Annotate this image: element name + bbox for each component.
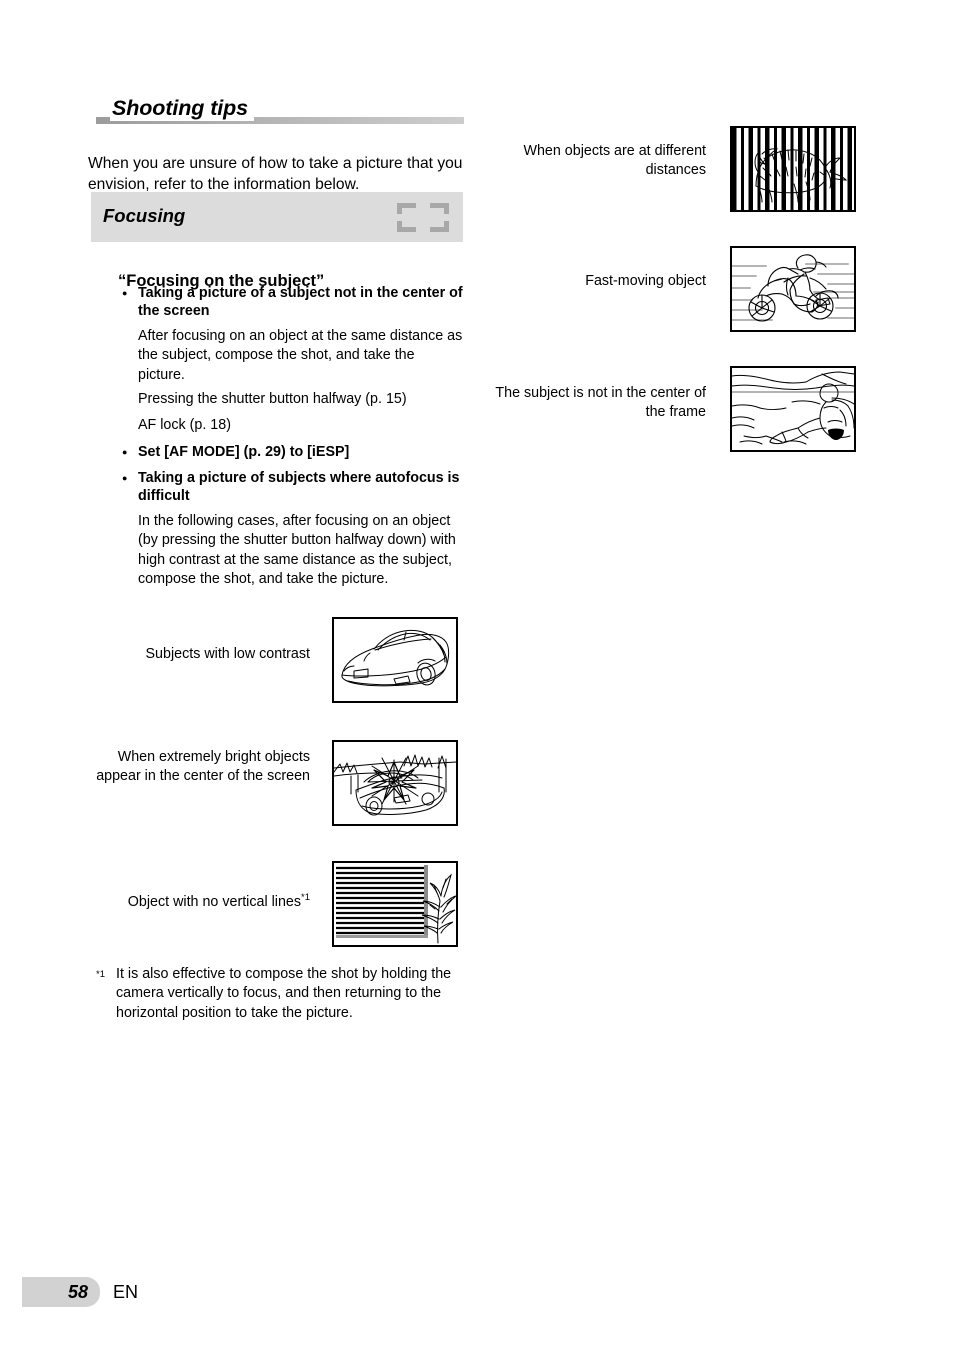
- language-code: EN: [113, 1281, 139, 1302]
- illustration-caption: Fast-moving object: [585, 273, 706, 289]
- car-line-art-illustration: [332, 617, 458, 703]
- illustration-caption: When objects are at different distances: [523, 143, 706, 179]
- section-heading: Focusing: [103, 205, 186, 226]
- tiger-behind-bars-illustration: [730, 126, 856, 212]
- footnote: *1 It is also effective to compose the sh…: [96, 965, 488, 1023]
- body-paragraph: In the following cases, after focusing o…: [138, 513, 456, 587]
- illustration-caption-text: Object with no vertical lines: [127, 893, 302, 910]
- body-paragraph: After focusing on an object at the same …: [138, 328, 463, 383]
- footnote-text: It is also effective to compose the shot…: [116, 966, 452, 1021]
- illustration-caption: The subject is not in the center of the …: [495, 385, 706, 421]
- focus-bracket-corner-bottom-left: [397, 221, 416, 232]
- motorcycle-speed-illustration: [730, 246, 856, 332]
- car-with-glare-illustration: [332, 740, 458, 826]
- focus-bracket-corner-top-right: [430, 203, 449, 214]
- bullet-item: Taking a picture of subjects where autof…: [122, 469, 470, 505]
- focusing-section-bar: Focusing: [91, 192, 463, 242]
- illustration-caption: Object with no vertical lines*1: [100, 888, 310, 912]
- page-title-block: Shooting tips: [96, 96, 464, 126]
- page-footer: 58 EN: [22, 1277, 138, 1307]
- focus-bracket-corner-top-left: [397, 203, 416, 214]
- focus-bracket-icon: [397, 203, 449, 232]
- page-number: 58: [22, 1277, 100, 1307]
- intro-paragraph: When you are unsure of how to take a pic…: [88, 154, 463, 194]
- page-title: Shooting tips: [110, 96, 255, 121]
- horizontal-blinds-plant-illustration: [332, 861, 458, 947]
- body-paragraph: Pressing the shutter button halfway (p. …: [138, 391, 407, 407]
- focus-bracket-corner-bottom-right: [430, 221, 449, 232]
- bullet-item: Taking a picture of a subject not in the…: [122, 284, 470, 320]
- body-paragraph: AF lock (p. 18): [138, 417, 231, 433]
- illustration-caption: Subjects with low contrast: [145, 646, 310, 662]
- bullet-item: Set [AF MODE] (p. 29) to [iESP]: [122, 443, 470, 461]
- beach-person-off-center-illustration: [730, 366, 856, 452]
- illustration-caption: When extremely bright objects appear in …: [96, 749, 310, 785]
- caption-superscript: *1: [301, 892, 310, 903]
- footnote-marker: *1: [96, 969, 105, 980]
